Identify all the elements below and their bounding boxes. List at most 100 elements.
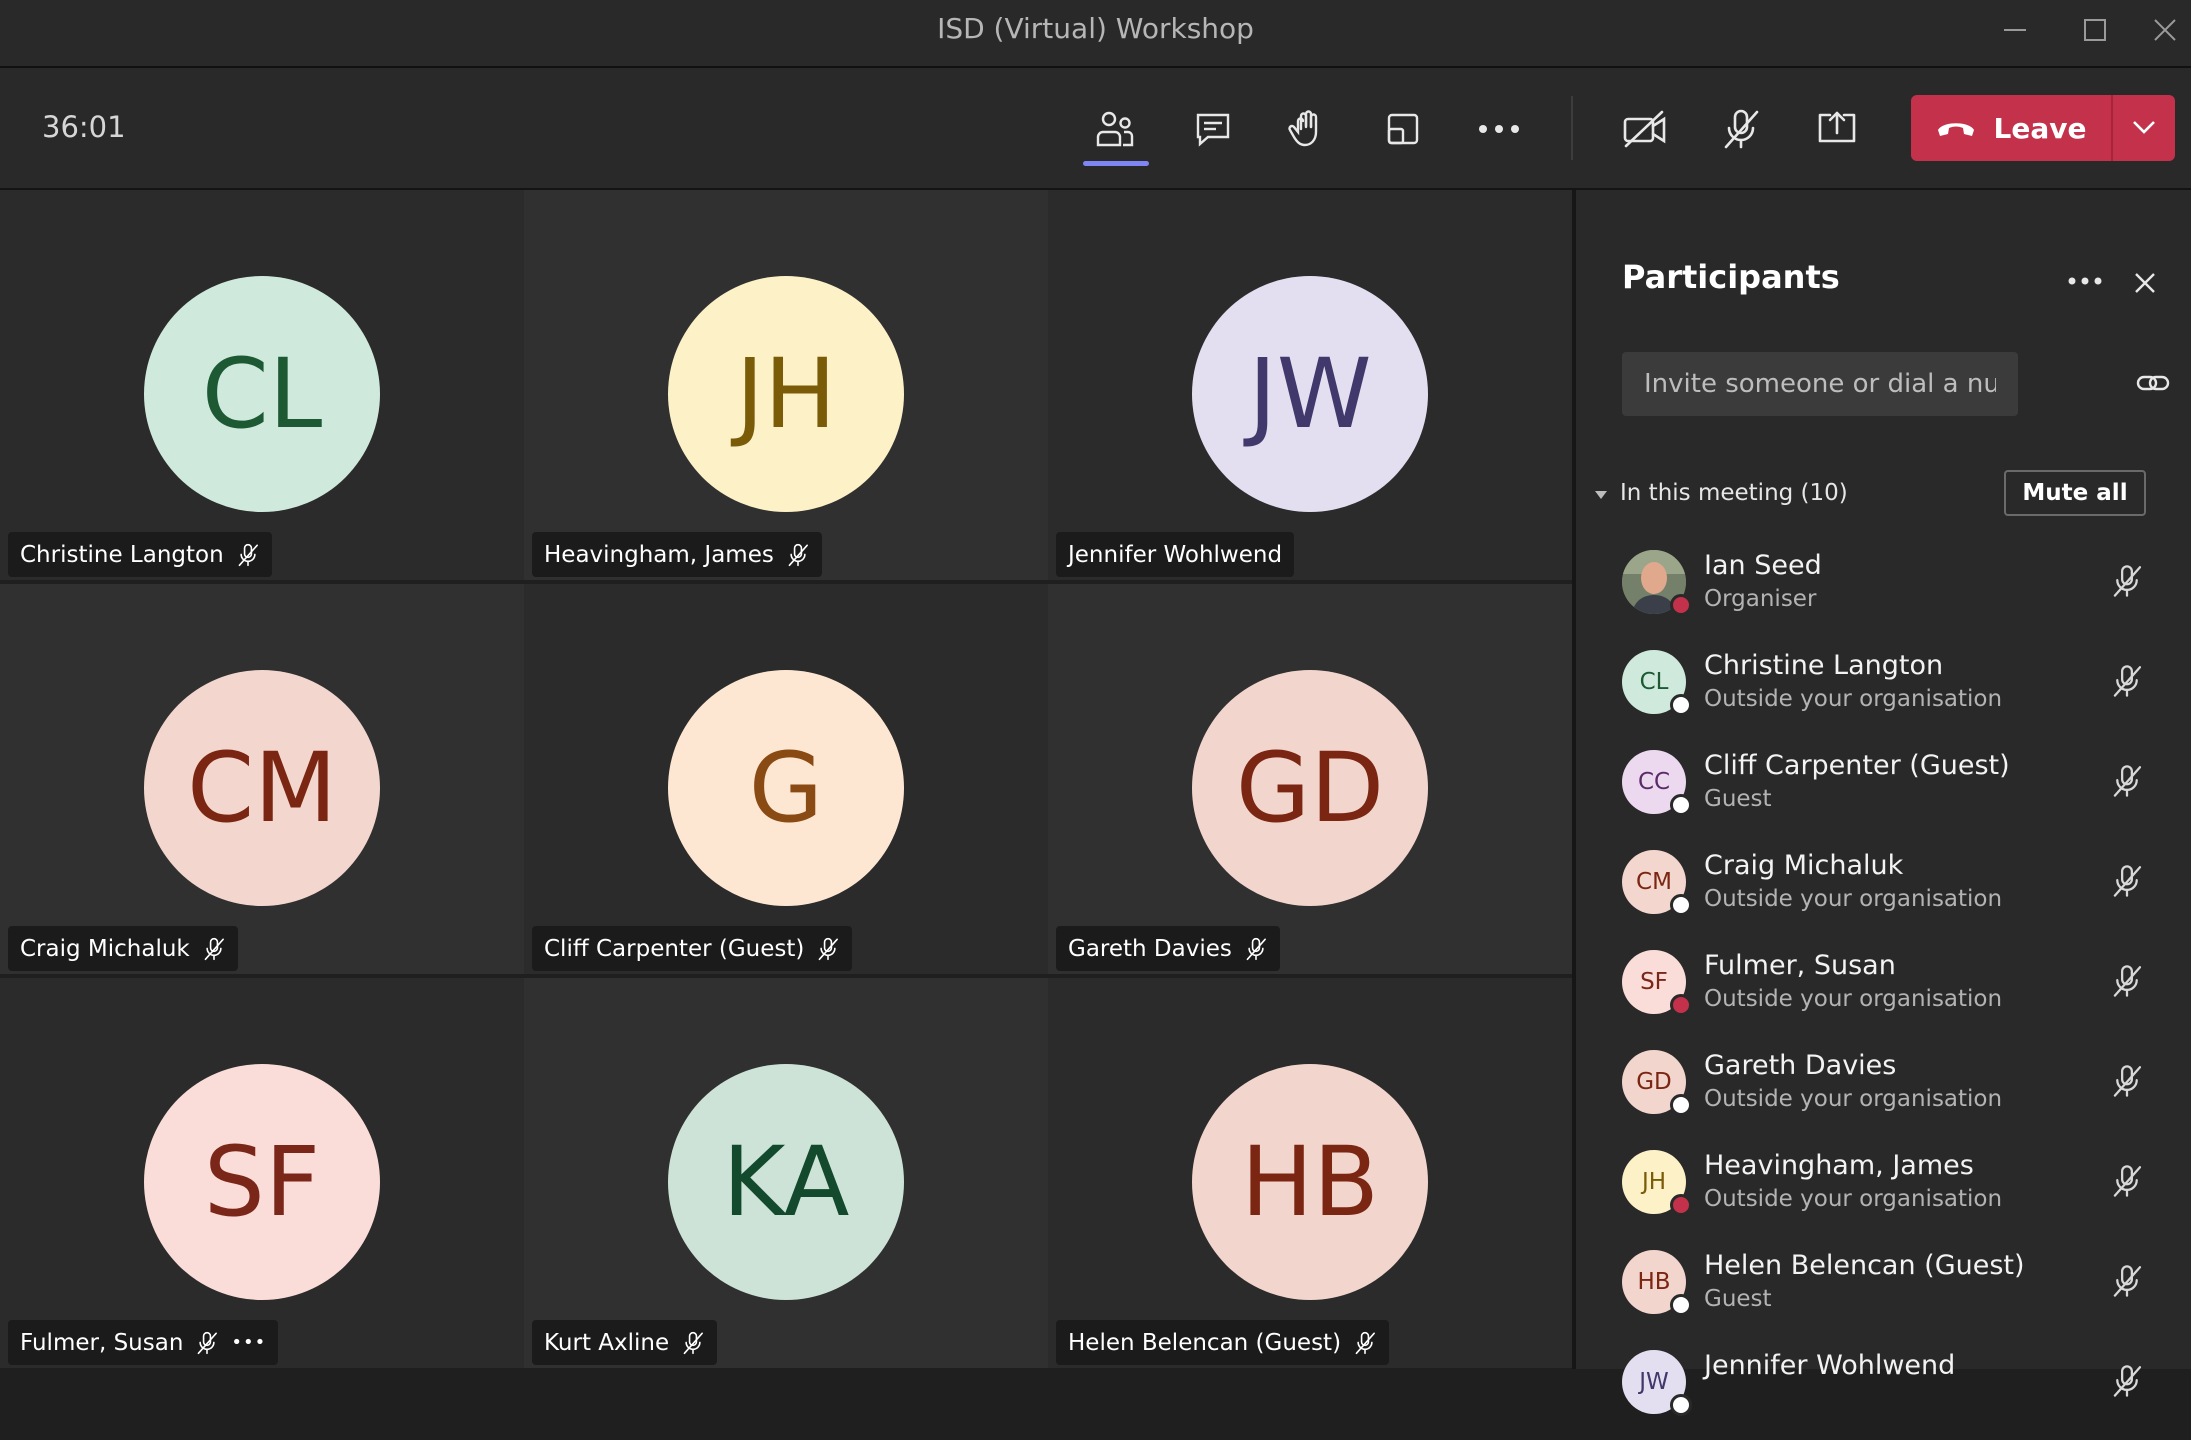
name-label: Fulmer, Susan ••• xyxy=(8,1320,279,1365)
view-icon[interactable] xyxy=(1364,90,1442,168)
participant-name: Fulmer, Susan xyxy=(20,1329,184,1356)
mic-off-icon[interactable] xyxy=(2104,958,2150,1004)
name-label: Christine Langton xyxy=(8,532,272,577)
participant-role: Outside your organisation xyxy=(1704,1186,2003,1212)
mic-off-icon xyxy=(786,543,810,567)
participant-role: Outside your organisation xyxy=(1704,686,2003,712)
window-title: ISD (Virtual) Workshop xyxy=(937,12,1254,45)
chat-icon[interactable] xyxy=(1174,90,1252,168)
participant-name: Craig Michaluk xyxy=(1704,850,1904,881)
mic-off-icon[interactable] xyxy=(1702,90,1780,168)
participant-name: Heavingham, James xyxy=(1704,1150,1974,1181)
participant-role: Outside your organisation xyxy=(1704,986,2003,1012)
leave-options-button[interactable] xyxy=(2113,95,2175,161)
participant-row[interactable]: Ian Seed Organiser xyxy=(1576,540,2191,640)
mic-off-icon xyxy=(195,1331,219,1355)
status-badge xyxy=(1670,994,1692,1016)
mic-off-icon xyxy=(816,937,840,961)
avatar: JW xyxy=(1192,276,1428,512)
participant-name: Gareth Davies xyxy=(1704,1050,1897,1081)
video-tile[interactable]: G Cliff Carpenter (Guest) xyxy=(524,584,1048,974)
status-badge xyxy=(1670,1194,1692,1216)
mic-off-icon xyxy=(681,1331,705,1355)
mic-off-icon xyxy=(202,937,226,961)
video-tile[interactable]: GD Gareth Davies xyxy=(1048,584,1572,974)
participant-name: Kurt Axline xyxy=(544,1329,670,1356)
mic-off-icon[interactable] xyxy=(2104,1058,2150,1104)
participant-row[interactable]: JW Jennifer Wohlwend xyxy=(1576,1340,2191,1440)
mic-off-icon[interactable] xyxy=(2104,758,2150,804)
mic-off-icon[interactable] xyxy=(2104,1158,2150,1204)
avatar: HB xyxy=(1192,1064,1428,1300)
video-tile[interactable]: SF Fulmer, Susan ••• xyxy=(0,978,524,1368)
mic-off-icon xyxy=(236,543,260,567)
participant-name: Craig Michaluk xyxy=(20,935,190,962)
panel-close-icon[interactable] xyxy=(2120,258,2170,308)
share-link-icon[interactable] xyxy=(2130,360,2176,406)
more-icon[interactable] xyxy=(1460,90,1538,168)
status-badge xyxy=(1670,894,1692,916)
participant-role: Guest xyxy=(1704,786,1772,812)
leave-button-group: Leave xyxy=(1911,95,2175,161)
panel-more-icon[interactable] xyxy=(2060,256,2110,306)
participant-row[interactable]: JH Heavingham, James Outside your organisa… xyxy=(1576,1140,2191,1240)
active-tab-indicator xyxy=(1083,161,1149,166)
video-tile[interactable]: KA Kurt Axline xyxy=(524,978,1048,1368)
close-icon[interactable] xyxy=(2138,10,2191,50)
video-tile[interactable]: JW Jennifer Wohlwend xyxy=(1048,190,1572,580)
participant-name: Christine Langton xyxy=(1704,650,1944,681)
name-label: Cliff Carpenter (Guest) xyxy=(532,926,853,971)
video-tile[interactable]: CL Christine Langton xyxy=(0,190,524,580)
video-tile[interactable]: JH Heavingham, James xyxy=(524,190,1048,580)
participant-row[interactable]: HB Helen Belencan (Guest) Guest xyxy=(1576,1240,2191,1340)
video-tile[interactable]: CM Craig Michaluk xyxy=(0,584,524,974)
participant-row[interactable]: CL Christine Langton Outside your organisa… xyxy=(1576,640,2191,740)
mic-off-icon xyxy=(1353,1331,1377,1355)
title-bar: ISD (Virtual) Workshop xyxy=(0,0,2191,68)
avatar: SF xyxy=(144,1064,380,1300)
participant-name: Fulmer, Susan xyxy=(1704,950,1896,981)
name-label: Jennifer Wohlwend xyxy=(1056,532,1295,577)
mic-off-icon[interactable] xyxy=(2104,658,2150,704)
participant-role: Outside your organisation xyxy=(1704,886,2003,912)
participants-panel: Participants In this meeting (10) Mute a… xyxy=(1572,190,2191,1416)
mic-off-icon[interactable] xyxy=(2104,1258,2150,1304)
maximize-icon[interactable] xyxy=(2068,10,2122,50)
mic-off-icon[interactable] xyxy=(2104,558,2150,604)
participant-name: Cliff Carpenter (Guest) xyxy=(1704,750,2010,781)
minimize-icon[interactable] xyxy=(1988,10,2042,50)
people-icon[interactable] xyxy=(1076,90,1154,168)
name-label: Helen Belencan (Guest) xyxy=(1056,1320,1390,1365)
tile-more-icon[interactable]: ••• xyxy=(231,1332,266,1353)
status-badge xyxy=(1670,1294,1692,1316)
participant-name: Jennifer Wohlwend xyxy=(1068,541,1283,568)
status-badge xyxy=(1670,594,1692,616)
status-badge xyxy=(1670,1094,1692,1116)
camera-off-icon[interactable] xyxy=(1606,90,1684,168)
leave-button[interactable]: Leave xyxy=(1911,95,2111,161)
participant-row[interactable]: GD Gareth Davies Outside your organisation xyxy=(1576,1040,2191,1140)
raise-hand-icon[interactable] xyxy=(1268,90,1346,168)
avatar: CL xyxy=(144,276,380,512)
video-tile[interactable]: HB Helen Belencan (Guest) xyxy=(1048,978,1572,1368)
status-badge xyxy=(1670,794,1692,816)
name-label: Kurt Axline xyxy=(532,1320,718,1365)
participant-name: Cliff Carpenter (Guest) xyxy=(544,935,805,962)
toolbar-divider xyxy=(1571,96,1573,160)
participant-role: Outside your organisation xyxy=(1704,1086,2003,1112)
participant-row[interactable]: SF Fulmer, Susan Outside your organisation xyxy=(1576,940,2191,1040)
participant-row[interactable]: CC Cliff Carpenter (Guest) Guest xyxy=(1576,740,2191,840)
section-label: In this meeting (10) xyxy=(1620,480,1848,506)
mute-all-button[interactable]: Mute all xyxy=(2004,470,2146,516)
mic-off-icon[interactable] xyxy=(2104,1358,2150,1404)
participant-name: Heavingham, James xyxy=(544,541,774,568)
participant-name: Jennifer Wohlwend xyxy=(1704,1350,1956,1381)
meeting-timer: 36:01 xyxy=(42,110,126,144)
caret-down-icon xyxy=(1594,480,1608,506)
leave-label: Leave xyxy=(1993,111,2087,145)
mic-off-icon[interactable] xyxy=(2104,858,2150,904)
invite-input[interactable] xyxy=(1622,352,2018,416)
in-meeting-section-toggle[interactable]: In this meeting (10) xyxy=(1594,480,1848,506)
share-screen-icon[interactable] xyxy=(1798,90,1876,168)
participant-row[interactable]: CM Craig Michaluk Outside your organisatio… xyxy=(1576,840,2191,940)
